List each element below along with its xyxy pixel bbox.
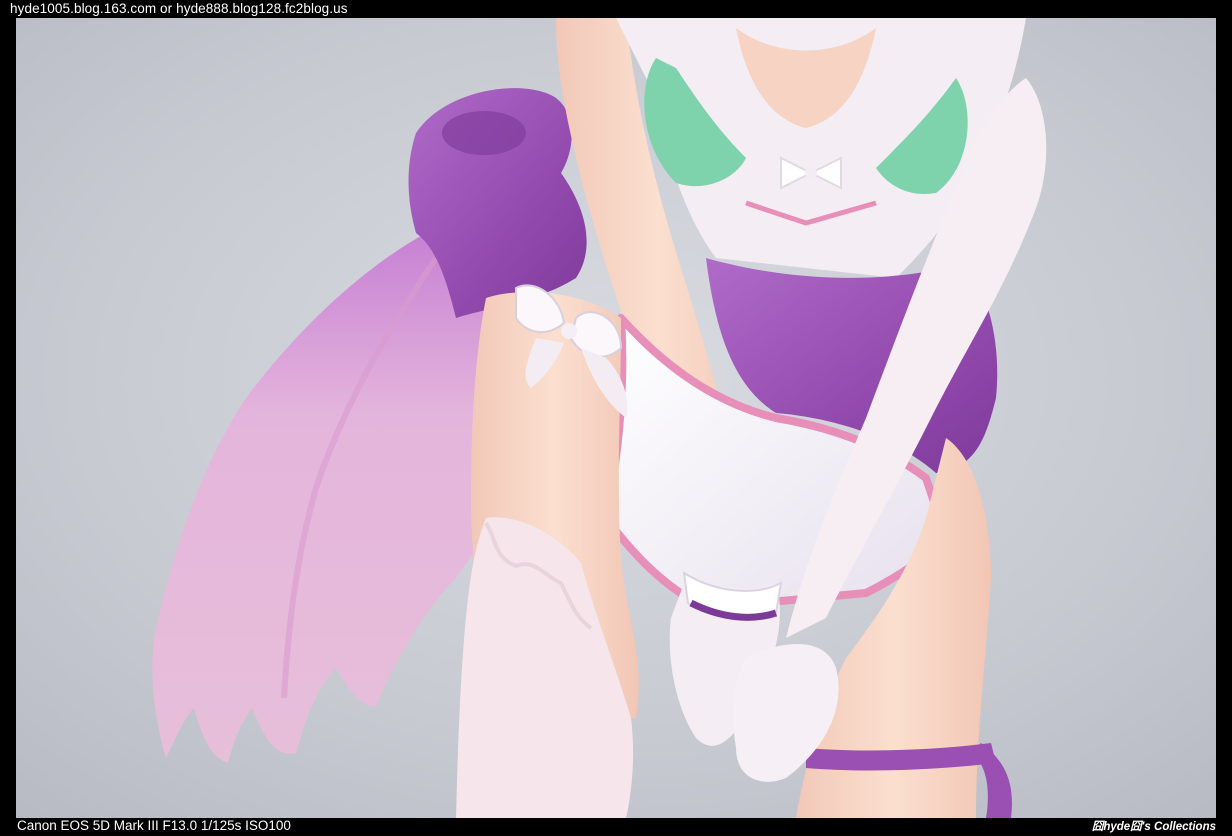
photo-frame: hyde1005.blog.163.com or hyde888.blog128… (0, 0, 1232, 836)
figure-photo-illustration (16, 18, 1216, 818)
figure-photo (16, 18, 1216, 818)
purple-bow-loop (442, 111, 526, 155)
blog-credit-text: hyde1005.blog.163.com or hyde888.blog128… (10, 1, 348, 16)
camera-info-text: Canon EOS 5D Mark III F13.0 1/125s ISO10… (17, 818, 291, 833)
watermark-text: 囧hyde囧's Collections (1091, 821, 1216, 833)
